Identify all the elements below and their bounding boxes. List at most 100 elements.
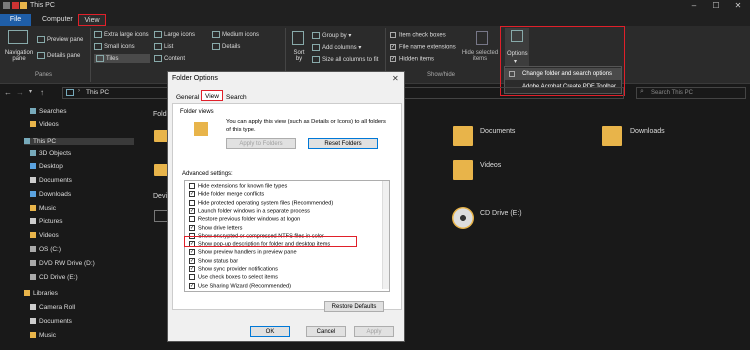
tab-view[interactable]: View xyxy=(201,90,223,101)
tab-search[interactable]: Search xyxy=(226,92,247,103)
group-by-button[interactable]: Group by ▾ xyxy=(312,32,351,39)
setting-item[interactable]: ✓ Show drive letters xyxy=(189,224,242,231)
setting-item[interactable]: Use check boxes to select items xyxy=(189,274,278,281)
minimize-button[interactable]: – xyxy=(683,0,705,12)
nav-item[interactable]: Pictures xyxy=(30,218,62,225)
forward-arrow-icon[interactable]: → xyxy=(16,88,24,97)
back-arrow-icon[interactable]: ← xyxy=(4,88,12,97)
setting-item[interactable]: ✓ Show status bar xyxy=(189,257,238,264)
layout-large-icons[interactable]: Large icons xyxy=(154,31,195,38)
file-name-extensions-option[interactable]: ✓ File name extensions xyxy=(390,44,456,51)
nav-item[interactable]: OS (C:) xyxy=(30,246,61,253)
layout-list[interactable]: List xyxy=(154,43,173,50)
quick-access-icon[interactable] xyxy=(12,2,19,9)
item-documents[interactable]: Documents xyxy=(480,128,515,135)
hide-selected-items-button[interactable]: Hide selected items xyxy=(458,50,502,62)
setting-item[interactable]: ✓ Hide folder merge conflicts xyxy=(189,191,264,198)
item-downloads[interactable]: Downloads xyxy=(630,128,665,135)
nav-item[interactable]: 3D Objects xyxy=(30,150,71,157)
checkbox-checked[interactable]: ✓ xyxy=(189,266,195,272)
setting-label: Show preview handlers in preview pane xyxy=(198,249,297,256)
nav-item[interactable]: Desktop xyxy=(30,163,63,170)
nav-item[interactable]: Videos xyxy=(30,121,59,128)
checkbox-checked[interactable]: ✓ xyxy=(189,224,195,231)
breadcrumb-this-pc[interactable]: This PC xyxy=(86,89,109,96)
sort-by-button[interactable]: Sort by xyxy=(290,50,308,62)
hidden-items-option[interactable]: ✓ Hidden items xyxy=(390,56,434,63)
sort-by-icon[interactable] xyxy=(292,31,304,45)
section-devices-heading[interactable]: Devi xyxy=(153,193,167,200)
setting-item[interactable]: ✓ Show sync provider notifications xyxy=(189,266,278,272)
setting-item[interactable]: ✓ Show preview handlers in preview pane xyxy=(189,249,297,256)
checkbox-checked[interactable]: ✓ xyxy=(390,56,396,62)
nav-item[interactable]: Searches xyxy=(30,108,66,115)
layout-details[interactable]: Details xyxy=(212,43,240,50)
up-arrow-icon[interactable]: ↑ xyxy=(40,88,44,97)
reset-folders-button[interactable]: Reset Folders xyxy=(308,138,378,149)
tab-general[interactable]: General xyxy=(176,92,199,103)
checkbox[interactable] xyxy=(189,183,195,189)
tab-view[interactable]: View xyxy=(78,14,106,26)
checkbox[interactable] xyxy=(189,274,195,281)
maximize-button[interactable]: ☐ xyxy=(705,0,727,12)
size-all-columns-button[interactable]: Size all columns to fit xyxy=(312,56,378,63)
nav-item[interactable]: Documents xyxy=(30,177,72,184)
nav-item[interactable]: Camera Roll xyxy=(30,304,75,311)
navigation-pane-button[interactable]: Navigation pane xyxy=(3,50,35,62)
checkbox-checked[interactable]: ✓ xyxy=(189,191,195,198)
nav-item[interactable]: Videos xyxy=(30,232,59,239)
setting-item[interactable]: Hide extensions for known file types xyxy=(189,183,287,189)
nav-item[interactable]: Libraries xyxy=(24,290,58,297)
preview-pane-button[interactable]: Preview pane xyxy=(37,36,83,43)
restore-defaults-button[interactable]: Restore Defaults xyxy=(324,301,384,312)
dialog-close-icon[interactable]: ✕ xyxy=(392,74,399,83)
setting-label: Show sync provider notifications xyxy=(198,266,278,273)
setting-item[interactable]: ✓ Launch folder windows in a separate pro… xyxy=(189,207,310,214)
item-check-boxes-option[interactable]: Item check boxes xyxy=(390,32,446,39)
setting-item[interactable]: ✓ Use Sharing Wizard (Recommended) xyxy=(189,282,291,289)
hide-selected-icon[interactable] xyxy=(476,31,488,45)
nav-item[interactable]: Music xyxy=(30,332,56,339)
cancel-button[interactable]: Cancel xyxy=(306,326,346,337)
apply-to-folders-button[interactable]: Apply to Folders xyxy=(226,138,296,149)
setting-item[interactable]: Restore previous folder windows at logon xyxy=(189,216,300,223)
nav-item[interactable]: Downloads xyxy=(30,191,71,198)
folder-icon[interactable] xyxy=(20,2,27,9)
close-button[interactable]: ✕ xyxy=(727,0,749,12)
layout-tiles[interactable]: Tiles xyxy=(94,54,150,64)
add-columns-button[interactable]: Add columns ▾ xyxy=(312,44,361,51)
videos-folder-icon[interactable] xyxy=(453,160,473,180)
apply-button[interactable]: Apply xyxy=(354,326,394,337)
layout-extra-large-icons[interactable]: Extra large icons xyxy=(94,31,149,38)
checkbox[interactable] xyxy=(390,32,396,38)
scrollbar[interactable] xyxy=(382,181,389,289)
chevron-down-icon[interactable]: ▾ xyxy=(29,88,32,95)
nav-item[interactable]: Documents xyxy=(30,318,72,325)
tab-file[interactable]: File xyxy=(0,14,31,26)
navigation-pane-icon[interactable] xyxy=(8,30,28,44)
checkbox-checked[interactable]: ✓ xyxy=(189,207,195,214)
layout-small-icons[interactable]: Small icons xyxy=(94,43,135,50)
item-cd-drive[interactable]: CD Drive (E:) xyxy=(480,210,522,217)
layout-medium-icons[interactable]: Medium icons xyxy=(212,31,259,38)
setting-item[interactable]: Hide protected operating system files (R… xyxy=(189,199,333,206)
nav-item[interactable]: Music xyxy=(30,205,56,212)
nav-item[interactable]: This PC xyxy=(24,138,134,145)
checkbox-checked[interactable]: ✓ xyxy=(390,44,396,50)
layout-content[interactable]: Content xyxy=(154,55,185,62)
details-pane-button[interactable]: Details pane xyxy=(37,52,80,59)
checkbox[interactable] xyxy=(189,199,195,206)
tab-computer[interactable]: Computer xyxy=(36,14,79,26)
checkbox[interactable] xyxy=(189,216,195,223)
ok-button[interactable]: OK xyxy=(250,326,290,337)
checkbox-checked[interactable]: ✓ xyxy=(189,249,195,256)
item-videos[interactable]: Videos xyxy=(480,162,501,169)
documents-folder-icon[interactable] xyxy=(453,126,473,146)
checkbox-checked[interactable]: ✓ xyxy=(189,282,195,289)
checkbox-checked[interactable]: ✓ xyxy=(189,257,195,264)
downloads-folder-icon[interactable] xyxy=(602,126,622,146)
cd-drive-icon[interactable] xyxy=(452,207,474,229)
nav-item[interactable]: DVD RW Drive (D:) xyxy=(30,260,95,267)
search-input[interactable]: Search This PC xyxy=(636,87,746,99)
nav-item[interactable]: CD Drive (E:) xyxy=(30,274,78,281)
